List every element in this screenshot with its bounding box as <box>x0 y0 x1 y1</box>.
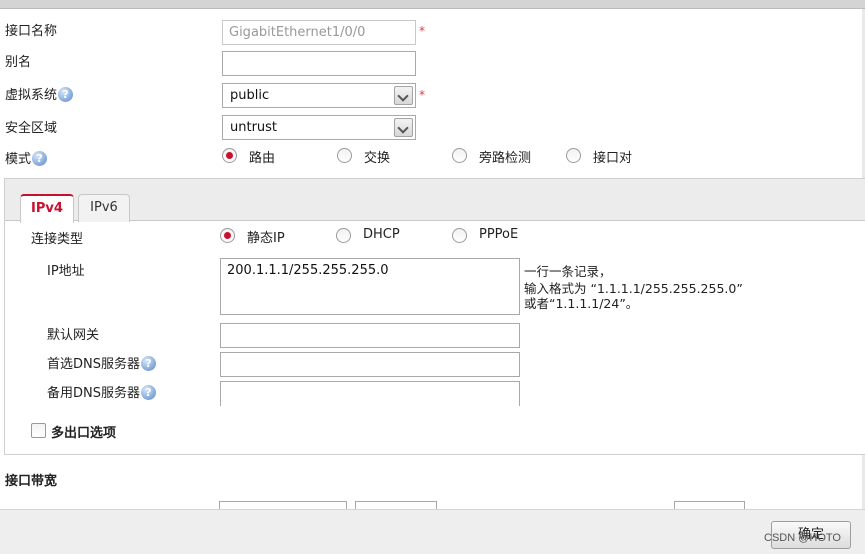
help-icon[interactable]: ? <box>32 151 48 166</box>
vsys-label-text: 虚拟系统 <box>5 88 58 103</box>
interface-name-field[interactable] <box>222 20 416 45</box>
tab-ipv6[interactable]: IPv6 <box>78 194 130 222</box>
zone-select[interactable]: untrust <box>222 115 416 140</box>
alias-label: 别名 <box>5 55 32 70</box>
dns1-field[interactable] <box>220 352 520 377</box>
bandwidth-unit-select[interactable] <box>355 501 437 509</box>
bandwidth-field[interactable] <box>219 501 347 509</box>
gateway-field[interactable] <box>220 323 520 348</box>
bandwidth-title: 接口带宽 <box>5 474 58 489</box>
help-icon[interactable]: ? <box>58 87 74 102</box>
conn-option-label: 静态IP <box>247 231 285 246</box>
mode-label-text: 模式 <box>5 152 32 167</box>
vsys-label: 虚拟系统? <box>5 84 74 103</box>
chevron-down-icon[interactable] <box>394 118 413 137</box>
dns1-label: 首选DNS服务器? <box>47 353 156 372</box>
footer-bar: 确定 CSDN @HOTO <box>0 509 865 554</box>
multi-exit-label: 多出口选项 <box>51 426 117 441</box>
mode-label: 模式? <box>5 148 48 167</box>
tab-bar: IPv4 IPv6 <box>5 179 865 223</box>
ip-address-label: IP地址 <box>47 264 85 279</box>
mode-radio-bypass[interactable] <box>452 148 467 163</box>
mode-option-label: 路由 <box>249 151 276 166</box>
mode-option-label: 接口对 <box>593 151 633 166</box>
conn-type-label: 连接类型 <box>31 232 84 247</box>
gateway-label: 默认网关 <box>47 328 100 343</box>
mode-option-label: 交换 <box>364 151 391 166</box>
top-strip <box>0 0 865 9</box>
chevron-down-icon[interactable] <box>394 86 413 105</box>
required-mark: * <box>419 24 425 38</box>
mode-radio-route[interactable] <box>222 148 237 163</box>
dns2-label-text: 备用DNS服务器 <box>47 386 140 401</box>
zone-label: 安全区域 <box>5 121 58 136</box>
zone-select-value: untrust <box>230 120 278 135</box>
help-icon[interactable]: ? <box>141 385 156 400</box>
vsys-select-value: public <box>230 88 270 103</box>
mode-option-label: 旁路检测 <box>479 151 532 166</box>
conn-option-label: DHCP <box>363 227 400 242</box>
watermark: CSDN @HOTO <box>764 532 841 544</box>
vsys-select[interactable]: public <box>222 83 416 108</box>
conn-option-label: PPPoE <box>479 227 519 242</box>
interface-name-label: 接口名称 <box>5 24 58 39</box>
conn-radio-static[interactable] <box>220 228 235 243</box>
tab-ipv4[interactable]: IPv4 <box>20 194 74 223</box>
ip-address-textarea[interactable]: 200.1.1.1/255.255.255.0 <box>220 258 520 315</box>
ip-hint-line: 一行一条记录， <box>524 264 612 279</box>
conn-radio-dhcp[interactable] <box>336 228 351 243</box>
alias-field[interactable] <box>222 51 416 76</box>
ip-config-panel: IPv4 IPv6 <box>4 178 865 455</box>
ip-hint-line: 或者“1.1.1.1/24”。 <box>524 296 639 311</box>
bandwidth-field-2[interactable] <box>674 501 745 509</box>
mode-radio-pair[interactable] <box>566 148 581 163</box>
conn-radio-pppoe[interactable] <box>452 228 467 243</box>
mode-radio-switch[interactable] <box>337 148 352 163</box>
multi-exit-checkbox[interactable] <box>31 423 46 438</box>
dns2-field[interactable] <box>220 381 520 406</box>
dns1-label-text: 首选DNS服务器 <box>47 357 140 372</box>
help-icon[interactable]: ? <box>141 356 156 371</box>
dns2-label: 备用DNS服务器? <box>47 382 156 401</box>
required-mark: * <box>419 88 425 102</box>
ip-hint-line: 输入格式为 “1.1.1.1/255.255.255.0” <box>524 281 743 296</box>
